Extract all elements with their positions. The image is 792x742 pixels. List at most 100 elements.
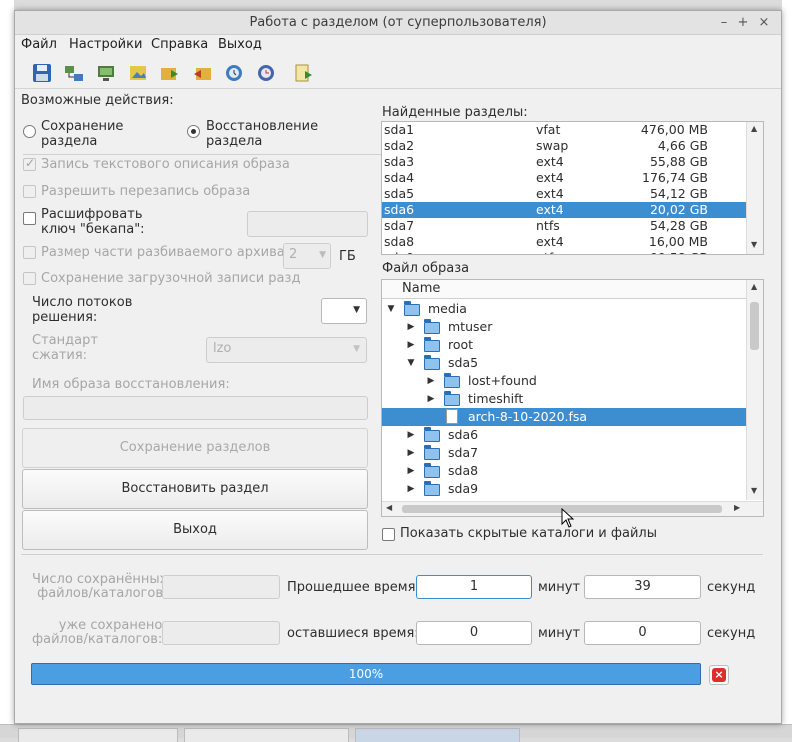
save-partition-radio[interactable] [23, 125, 36, 138]
restore-partition-button[interactable]: Восстановить раздел [22, 469, 368, 509]
image-edit-icon[interactable] [127, 62, 149, 84]
tree-row[interactable]: arch-8-10-2020.fsa [382, 408, 746, 426]
minimize-button[interactable]: – [715, 14, 733, 32]
split-size-value: 2 [289, 247, 298, 262]
monitor-icon[interactable] [95, 62, 117, 84]
already-saved-label: уже сохранено файлов/каталогов: [32, 618, 163, 647]
exit-button[interactable]: Выход [22, 510, 368, 550]
remaining-minutes-field[interactable]: 0 [416, 621, 532, 645]
expand-right-icon[interactable]: ▶ [406, 463, 416, 479]
partition-row[interactable]: sda4 ext4 176,74 GB [382, 170, 746, 186]
expand-right-icon[interactable]: ▶ [406, 445, 416, 461]
tree-header[interactable]: Name [382, 280, 746, 299]
decrypt-checkbox[interactable] [23, 212, 36, 225]
chevron-down-icon: ▼ [353, 344, 360, 354]
compression-select[interactable]: lzo ▼ [206, 337, 367, 363]
tree-row[interactable]: ▶ timeshift [382, 390, 746, 408]
toolbar [15, 57, 781, 89]
boot-record-checkbox[interactable] [23, 272, 36, 285]
save-disk-icon[interactable] [31, 62, 53, 84]
tree-row[interactable]: ▶ mtuser [382, 318, 746, 336]
tree-row[interactable]: ▶ sda8 [382, 462, 746, 480]
expand-right-icon[interactable]: ▶ [426, 373, 436, 389]
expand-right-icon[interactable]: ▶ [406, 427, 416, 443]
cancel-button[interactable]: × [709, 665, 729, 685]
elapsed-seconds-field[interactable]: 39 [584, 575, 701, 599]
partition-row[interactable]: sda6 ext4 20,02 GB [382, 202, 746, 218]
maximize-button[interactable]: + [734, 14, 752, 32]
background-tab[interactable] [18, 728, 178, 742]
scroll-up-icon[interactable]: ▲ [751, 124, 757, 133]
scroll-left-icon[interactable]: ◀ [386, 503, 392, 512]
partition-row[interactable]: sda1 vfat 476,00 MB [382, 122, 746, 138]
tree-row[interactable]: ▶ sda9 [382, 480, 746, 498]
folder-forward-icon[interactable] [159, 62, 181, 84]
text-description-checkbox[interactable]: ✓ [23, 156, 36, 171]
restore-partition-radio[interactable] [187, 125, 200, 138]
partition-row[interactable]: sda8 ext4 16,00 MB [382, 234, 746, 250]
folder-icon [423, 463, 440, 478]
folder-icon [423, 355, 440, 370]
background-tab[interactable] [355, 728, 520, 742]
tree-vscrollbar[interactable]: ▲ ▼ [746, 280, 763, 500]
network-icon[interactable] [63, 62, 85, 84]
tree-row[interactable]: ▶ sda7 [382, 444, 746, 462]
close-button[interactable]: × [755, 14, 773, 32]
partition-fs: ext4 [536, 234, 564, 249]
tree-row[interactable]: ▼ sda5 [382, 354, 746, 372]
partition-fs: ext4 [536, 186, 564, 201]
expand-down-icon[interactable]: ▼ [386, 301, 396, 317]
threads-select[interactable]: ▼ [321, 298, 367, 324]
scroll-down-icon[interactable]: ▼ [751, 486, 757, 495]
split-checkbox[interactable] [23, 246, 36, 259]
menu-file[interactable]: Файл [21, 35, 57, 57]
expand-right-icon[interactable]: ▶ [426, 391, 436, 407]
background-tab[interactable] [184, 728, 349, 742]
tree-row[interactable]: ▼ media [382, 300, 746, 318]
elapsed-minutes-field[interactable]: 1 [416, 575, 532, 599]
overwrite-checkbox[interactable] [23, 185, 36, 198]
split-size-spinner[interactable]: 2 ▼ [283, 243, 331, 269]
expand-down-icon[interactable]: ▼ [406, 355, 416, 371]
menu-settings[interactable]: Настройки [69, 35, 142, 57]
partition-row[interactable]: sda3 ext4 55,88 GB [382, 154, 746, 170]
partitions-scrollbar[interactable]: ▲ ▼ [746, 122, 763, 254]
partition-window: Работа с разделом (от суперпользователя)… [14, 10, 782, 724]
tree-row[interactable]: ▶ root [382, 336, 746, 354]
expand-right-icon[interactable]: ▶ [406, 319, 416, 335]
remaining-seconds-field[interactable]: 0 [584, 621, 701, 645]
save-partition-label: Сохранение раздела [41, 119, 124, 149]
document-forward-icon[interactable] [293, 62, 315, 84]
tree-row[interactable]: ▶ lost+found [382, 372, 746, 390]
progress-bar-fill: 100% [31, 663, 701, 685]
partition-row[interactable]: sda2 swap 4,66 GB [382, 138, 746, 154]
background-page-right [782, 0, 792, 738]
show-hidden-checkbox[interactable] [382, 528, 395, 541]
menu-exit[interactable]: Выход [218, 35, 262, 57]
save-partitions-button[interactable]: Сохранение разделов [22, 428, 368, 468]
partitions-list[interactable]: sda1 vfat 476,00 MB sda2 swap 4,66 GB sda3 ext4… [381, 121, 764, 255]
clock-icon[interactable] [223, 62, 245, 84]
scroll-down-icon[interactable]: ▼ [751, 240, 757, 249]
partition-fs: ext4 [536, 154, 564, 169]
options-divider [23, 154, 383, 155]
image-name-input[interactable] [23, 396, 368, 420]
elapsed-seconds-unit: секунд [707, 580, 756, 595]
image-file-tree[interactable]: Name ▼ media ▶ mtuser ▶ root ▼ sda5 ▶ lost+found ▶… [381, 279, 764, 517]
scroll-right-icon[interactable]: ▶ [734, 503, 740, 512]
menu-help[interactable]: Справка [151, 35, 208, 57]
expand-right-icon[interactable]: ▶ [406, 481, 416, 497]
partition-row[interactable]: sda9 ntfs99,58 GB [382, 250, 746, 254]
tree-row[interactable]: ▶ sda6 [382, 426, 746, 444]
clock-alt-icon[interactable] [255, 62, 277, 84]
partition-size: 54,28 GB [649, 218, 708, 233]
expand-right-icon[interactable]: ▶ [406, 337, 416, 353]
decrypt-key-input[interactable] [247, 211, 368, 237]
scroll-up-icon[interactable]: ▲ [751, 282, 757, 291]
tree-item-label: root [448, 337, 474, 352]
scroll-thumb[interactable] [750, 302, 759, 350]
partition-fs: vfat [536, 122, 561, 137]
folder-back-icon[interactable] [191, 62, 213, 84]
partition-row[interactable]: sda5 ext4 54,12 GB [382, 186, 746, 202]
partition-row[interactable]: sda7 ntfs 54,28 GB [382, 218, 746, 234]
